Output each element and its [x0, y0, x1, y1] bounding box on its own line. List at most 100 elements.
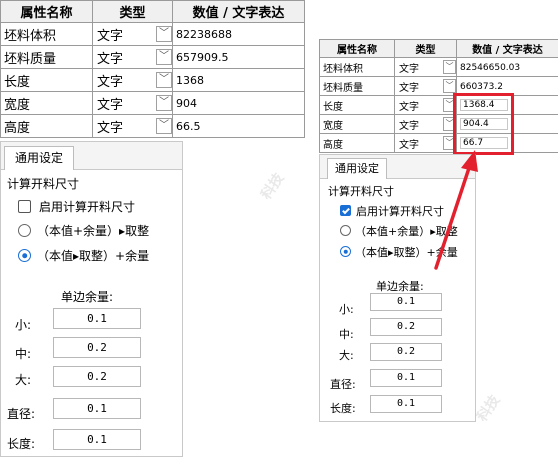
row-value: 904 — [176, 96, 197, 110]
rounding-radio-1[interactable] — [340, 225, 351, 236]
row-name: 高度 — [319, 133, 395, 153]
mid-margin-input[interactable]: 0.2 — [370, 318, 442, 336]
margin-title: 单边余量: — [376, 280, 424, 293]
row-name: 坯料质量 — [319, 76, 395, 96]
row-value: 1368 — [176, 73, 204, 87]
small-margin-input[interactable]: 0.1 — [53, 308, 141, 329]
chevron-down-icon[interactable]: ﹀ — [156, 72, 172, 88]
rounding-radio-2[interactable] — [18, 249, 31, 262]
header-property-name: 属性名称 — [0, 0, 93, 23]
header-value: 数值 / 文字表达 — [172, 0, 305, 23]
mid-margin-input[interactable]: 0.2 — [53, 337, 141, 358]
type-select[interactable]: 文字 ﹀ — [394, 133, 457, 153]
row-name: 长度 — [0, 68, 93, 92]
row-value: 82546650.03 — [460, 62, 521, 73]
diameter-margin-input[interactable]: 0.1 — [53, 398, 141, 419]
chevron-down-icon[interactable]: ﹀ — [443, 60, 456, 74]
rounding-radio-2-label: （本值▸取整）+余量 — [37, 249, 150, 263]
type-value: 文字 — [399, 82, 419, 94]
tab-bar: 通用设定 — [1, 142, 182, 170]
big-label: 大: — [15, 373, 32, 387]
tab-label: 通用设定 — [14, 151, 63, 165]
type-value: 文字 — [399, 63, 419, 75]
watermark: 科技 — [474, 392, 504, 425]
enable-calc-checkbox[interactable] — [18, 200, 31, 213]
chevron-down-icon[interactable]: ﹀ — [156, 95, 172, 111]
chevron-down-icon[interactable]: ﹀ — [156, 26, 172, 42]
type-select[interactable]: 文字 ﹀ — [92, 22, 173, 46]
rounding-radio-1-label: （本值+余量）▸取整 — [37, 224, 150, 238]
length-margin-input[interactable]: 0.1 — [53, 429, 141, 450]
value-field[interactable]: 82546650.03 — [456, 57, 558, 77]
mid-label: 中: — [15, 347, 32, 361]
table-row: 坯料质量 文字 ﹀ 657909.5 — [0, 45, 305, 69]
header-type: 类型 — [394, 39, 457, 58]
margin-title: 单边余量: — [61, 290, 114, 304]
big-margin-input[interactable]: 0.2 — [53, 366, 141, 387]
header-value: 数值 / 文字表达 — [456, 39, 558, 58]
length-label: 长度: — [7, 437, 36, 451]
tab-label: 通用设定 — [335, 162, 379, 175]
chevron-down-icon[interactable]: ﹀ — [156, 118, 172, 134]
type-select[interactable]: 文字 ﹀ — [92, 91, 173, 115]
length-margin-input[interactable]: 0.1 — [370, 395, 442, 413]
type-value: 文字 — [97, 97, 124, 113]
type-value: 文字 — [399, 120, 419, 132]
length-label: 长度: — [330, 402, 356, 415]
table-row: 坯料质量 文字 ﹀ 660373.2 — [319, 76, 558, 96]
header-type: 类型 — [92, 0, 173, 23]
row-name: 坯料体积 — [319, 57, 395, 77]
table-row: 长度 文字 ﹀ 1368.4 — [319, 95, 558, 115]
small-label: 小: — [339, 303, 354, 316]
header-property-name: 属性名称 — [319, 39, 395, 58]
row-name: 宽度 — [319, 114, 395, 134]
right-settings-panel: 通用设定 计算开料尺寸 启用计算开料尺寸 （本值+余量）▸取整 （本值▸取整）+… — [319, 154, 476, 422]
mid-label: 中: — [339, 328, 354, 341]
table-row: 宽度 文字 ﹀ 904 — [0, 91, 305, 115]
tab-general-settings[interactable]: 通用设定 — [4, 146, 74, 170]
type-select[interactable]: 文字 ﹀ — [394, 76, 457, 96]
type-select[interactable]: 文字 ﹀ — [92, 68, 173, 92]
table-row: 坯料体积 文字 ﹀ 82546650.03 — [319, 57, 558, 77]
row-name: 坯料质量 — [0, 45, 93, 69]
value-field[interactable]: 82238688 — [172, 22, 305, 46]
value-field[interactable]: 904 — [172, 91, 305, 115]
table-row: 高度 文字 ﹀ 66.5 — [0, 114, 305, 138]
table-row: 坯料体积 文字 ﹀ 82238688 — [0, 22, 305, 46]
type-value: 文字 — [399, 139, 419, 151]
row-name: 长度 — [319, 95, 395, 115]
type-select[interactable]: 文字 ﹀ — [394, 57, 457, 77]
section-title: 计算开料尺寸 — [7, 177, 80, 191]
row-value: 657909.5 — [176, 50, 229, 64]
row-value: 66.5 — [176, 119, 201, 133]
type-select[interactable]: 文字 ﹀ — [92, 45, 173, 69]
table-row: 宽度 文字 ﹀ 904.4 — [319, 114, 558, 134]
value-field[interactable]: 66.5 — [172, 114, 305, 138]
left-settings-panel: 通用设定 计算开料尺寸 启用计算开料尺寸 （本值+余量）▸取整 （本值▸取整）+… — [0, 141, 183, 457]
type-value: 文字 — [399, 101, 419, 113]
diameter-margin-input[interactable]: 0.1 — [370, 369, 442, 387]
enable-calc-checkbox[interactable] — [340, 205, 351, 216]
row-name: 高度 — [0, 114, 93, 138]
diameter-label: 直径: — [330, 378, 356, 391]
small-margin-input[interactable]: 0.1 — [370, 293, 442, 311]
chevron-down-icon[interactable]: ﹀ — [156, 49, 172, 65]
big-margin-input[interactable]: 0.2 — [370, 343, 442, 361]
rounding-radio-2[interactable] — [340, 246, 351, 257]
watermark: 科技 — [258, 170, 288, 203]
left-property-table: 属性名称 类型 数值 / 文字表达 坯料体积 文字 ﹀ 82238688 坯料质量… — [0, 0, 305, 138]
tab-general-settings[interactable]: 通用设定 — [327, 158, 387, 179]
type-select[interactable]: 文字 ﹀ — [92, 114, 173, 138]
value-field[interactable]: 657909.5 — [172, 45, 305, 69]
type-value: 文字 — [97, 120, 124, 136]
tab-bar: 通用设定 — [320, 155, 475, 179]
type-select[interactable]: 文字 ﹀ — [394, 114, 457, 134]
rounding-radio-1[interactable] — [18, 224, 31, 237]
row-name: 宽度 — [0, 91, 93, 115]
type-select[interactable]: 文字 ﹀ — [394, 95, 457, 115]
rounding-radio-1-label: （本值+余量）▸取整 — [355, 225, 458, 238]
section-title: 计算开料尺寸 — [328, 185, 394, 198]
rounding-radio-2-label: （本值▸取整）+余量 — [355, 246, 458, 259]
chevron-down-icon[interactable]: ﹀ — [443, 79, 456, 93]
value-field[interactable]: 1368 — [172, 68, 305, 92]
